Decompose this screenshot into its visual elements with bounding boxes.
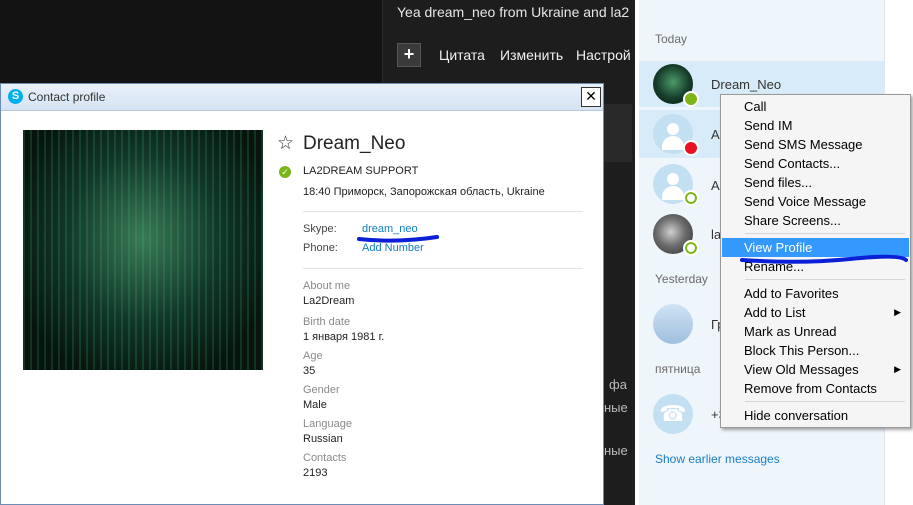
contact-profile-window: S Contact profile ✕ ☆ Dream_Neo ✓ LA2DRE…	[0, 83, 604, 505]
menu-item-remove-from-contacts[interactable]: Remove from Contacts	[722, 379, 909, 398]
menu-item-add-to-list[interactable]: Add to List ▶	[722, 303, 909, 322]
divider	[303, 268, 583, 269]
menu-item-send-voice-message[interactable]: Send Voice Message	[722, 192, 909, 211]
skype-logo-icon: S	[8, 89, 23, 104]
submenu-arrow-icon: ▶	[894, 307, 901, 317]
menu-item-label: Block This Person...	[744, 343, 860, 358]
gender-value: Male	[303, 399, 327, 411]
menu-item-block-person[interactable]: Block This Person...	[722, 341, 909, 360]
menu-item-label: Mark as Unread	[744, 324, 837, 339]
busy-status-icon	[683, 140, 699, 156]
online-status-icon	[683, 91, 699, 107]
menu-item-label: Hide conversation	[744, 408, 849, 423]
menu-item-label: Send SMS Message	[744, 137, 863, 152]
menu-item-label: View Old Messages	[744, 362, 859, 377]
matrix-pattern	[23, 130, 263, 370]
menu-item-share-screens[interactable]: Share Screens...	[722, 211, 909, 230]
divider	[303, 211, 583, 212]
menu-item-send-im[interactable]: Send IM	[722, 116, 909, 135]
add-button[interactable]: +	[397, 43, 421, 67]
contacts-value: 2193	[303, 467, 328, 479]
menu-separator	[745, 279, 905, 280]
section-today: Today	[655, 32, 688, 46]
menu-item-label: Send IM	[744, 118, 793, 133]
phone-icon: ☎	[653, 394, 693, 434]
age-value: 35	[303, 365, 316, 377]
favorite-star-icon[interactable]: ☆	[277, 132, 294, 155]
offline-status-icon	[683, 240, 699, 256]
add-number-link[interactable]: Add Number	[362, 242, 424, 254]
menu-item-label: Call	[744, 99, 767, 114]
settings-button[interactable]: Настрой	[576, 47, 631, 63]
profile-photo	[23, 130, 263, 370]
menu-separator	[745, 401, 905, 402]
mood-message: LA2DREAM SUPPORT	[303, 165, 419, 177]
menu-item-label: Send Voice Message	[744, 194, 867, 209]
menu-item-label: Send Contacts...	[744, 156, 841, 171]
birth-date-value: 1 января 1981 г.	[303, 331, 385, 343]
language-label: Language	[303, 418, 352, 430]
menu-item-view-old-messages[interactable]: View Old Messages ▶	[722, 360, 909, 379]
menu-item-label: Add to Favorites	[744, 286, 839, 301]
forum-text-fragment: ные	[604, 400, 628, 415]
recent-contact-name[interactable]: Dream_Neo	[711, 77, 781, 92]
menu-item-label: Add to List	[744, 305, 806, 320]
menu-item-add-to-favorites[interactable]: Add to Favorites	[722, 284, 909, 303]
annotation-underline	[740, 254, 908, 264]
menu-item-label: Send files...	[744, 175, 812, 190]
show-earlier-messages-link[interactable]: Show earlier messages	[655, 452, 780, 466]
local-time-location: 18:40 Приморск, Запорожская область, Ukr…	[303, 186, 545, 198]
phone-label: Phone:	[303, 242, 338, 254]
section-yesterday: Yesterday	[655, 272, 708, 286]
about-me-value: La2Dream	[303, 295, 355, 307]
menu-item-mark-as-unread[interactable]: Mark as Unread	[722, 322, 909, 341]
avatar	[653, 304, 693, 344]
forum-text-fragment: фа	[609, 377, 627, 392]
menu-item-hide-conversation[interactable]: Hide conversation	[722, 406, 909, 425]
forum-post-toolbar: + Цитата Изменить Настрой	[382, 38, 632, 74]
section-friday: пятница	[655, 362, 701, 376]
edit-button[interactable]: Изменить	[500, 47, 563, 63]
window-title: Contact profile	[28, 90, 106, 104]
menu-item-label: Share Screens...	[744, 213, 841, 228]
offline-status-icon	[683, 190, 699, 206]
skype-label: Skype:	[303, 223, 337, 235]
menu-item-send-sms[interactable]: Send SMS Message	[722, 135, 909, 154]
menu-item-label: Remove from Contacts	[744, 381, 877, 396]
close-button[interactable]: ✕	[581, 87, 601, 107]
language-value: Russian	[303, 433, 343, 445]
birth-date-label: Birth date	[303, 316, 351, 328]
forum-text-fragment: ные	[604, 443, 628, 458]
menu-item-call[interactable]: Call	[722, 97, 909, 116]
age-label: Age	[303, 350, 323, 362]
menu-item-send-contacts[interactable]: Send Contacts...	[722, 154, 909, 173]
window-titlebar: S Contact profile ✕	[1, 84, 603, 111]
contacts-label: Contacts	[303, 452, 347, 464]
quote-button[interactable]: Цитата	[439, 47, 485, 63]
gender-label: Gender	[303, 384, 340, 396]
submenu-arrow-icon: ▶	[894, 364, 901, 374]
menu-item-send-files[interactable]: Send files...	[722, 173, 909, 192]
forum-message-text: Yea dream_neo from Ukraine and la2dre	[397, 4, 629, 20]
online-status-icon: ✓	[279, 166, 291, 178]
menu-separator	[745, 233, 905, 234]
contact-name: Dream_Neo	[303, 133, 406, 154]
about-me-label: About me	[303, 280, 351, 292]
